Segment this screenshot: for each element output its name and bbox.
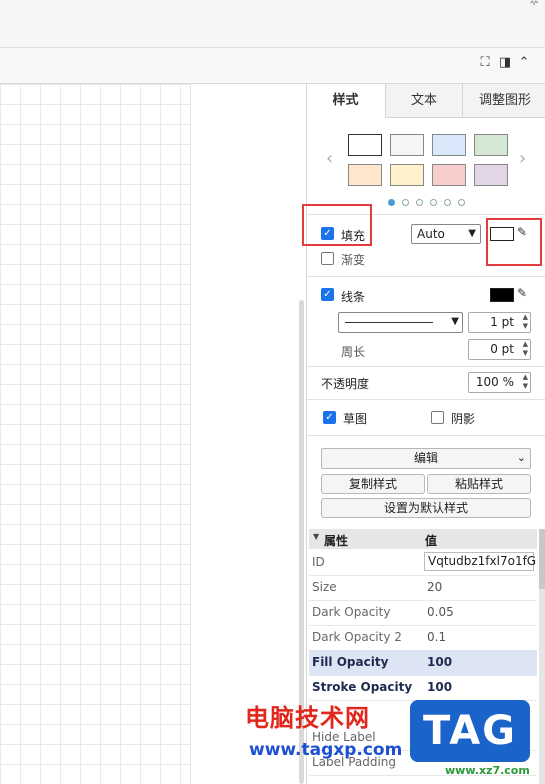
- fill-mode-select[interactable]: Auto ▼: [411, 224, 481, 244]
- perimeter-value: 0 pt: [490, 342, 514, 356]
- swatch-6[interactable]: [390, 164, 424, 186]
- watermark-small-url: www.xz7.com: [445, 764, 530, 777]
- fullscreen-icon[interactable]: ⛶: [477, 55, 493, 71]
- sketch-checkbox[interactable]: ✓: [323, 411, 336, 424]
- stepper-icon[interactable]: ▲ ▼: [523, 313, 528, 331]
- table-row[interactable]: Dark Opacity 2 0.1: [309, 625, 537, 651]
- line-color-button[interactable]: [490, 288, 514, 302]
- property-key: Stroke Opacity: [312, 680, 413, 694]
- chevron-up-icon[interactable]: ⌃: [516, 55, 532, 71]
- divider: [307, 399, 545, 400]
- top-strip: ✲: [0, 0, 545, 48]
- swatch-4[interactable]: [474, 134, 508, 156]
- value-column-header: 值: [425, 534, 438, 548]
- loading-icon: ✲: [528, 0, 539, 8]
- highlight-fill-color: [486, 218, 542, 266]
- opacity-input[interactable]: 100 % ▲ ▼: [468, 372, 531, 393]
- property-value: 100: [427, 680, 453, 694]
- tab-style[interactable]: 样式: [307, 84, 384, 118]
- watermark: 电脑技术网 www.tagxp.com TAG www.xz7.com: [245, 698, 545, 784]
- property-key: Fill Opacity: [312, 655, 389, 669]
- edit-label: 编辑: [413, 451, 438, 465]
- property-value: 100: [427, 655, 453, 669]
- edit-dropdown[interactable]: 编辑 ⌄: [321, 448, 531, 469]
- chevron-down-icon: ▼: [468, 228, 476, 239]
- line-pattern-select[interactable]: ▼: [338, 312, 463, 333]
- divider: [307, 366, 545, 367]
- table-row[interactable]: Dark Opacity 0.05: [309, 600, 537, 626]
- gradient-checkbox[interactable]: [321, 252, 334, 265]
- table-row[interactable]: Fill Opacity 100: [309, 650, 537, 676]
- line-label: 线条: [341, 290, 366, 304]
- chevron-down-icon: ▼: [451, 316, 459, 327]
- line-width-input[interactable]: 1 pt ▲ ▼: [468, 312, 531, 333]
- stepper-icon[interactable]: ▲ ▼: [523, 373, 528, 391]
- page-dot-3[interactable]: [416, 199, 423, 206]
- watermark-url: www.tagxp.com: [249, 740, 403, 760]
- page-dot-5[interactable]: [444, 199, 451, 206]
- format-panel: 样式 文本 调整图形 ‹ › ✓ 填充 Auto ▼ ✎ 渐变 ✓ 线条 ✎ ▼…: [306, 84, 545, 784]
- eyedropper-icon[interactable]: ✎: [517, 286, 527, 300]
- copy-style-button[interactable]: 复制样式: [321, 474, 425, 494]
- shadow-checkbox[interactable]: [431, 411, 444, 424]
- sketch-label: 草图: [343, 412, 368, 426]
- canvas-gutter: [191, 84, 306, 784]
- fill-mode-value: Auto: [417, 227, 445, 241]
- page-dot-2[interactable]: [402, 199, 409, 206]
- table-row[interactable]: Size 20: [309, 575, 537, 601]
- opacity-value: 100 %: [475, 375, 514, 389]
- property-column-header: 属性: [324, 534, 349, 548]
- stepper-icon[interactable]: ▲ ▼: [523, 340, 528, 358]
- property-key: ID: [312, 555, 325, 569]
- property-value: 0.1: [427, 630, 447, 644]
- property-value-input[interactable]: Vqtudbz1fxl7o1fG: [424, 552, 536, 571]
- swatch-3[interactable]: [432, 134, 466, 156]
- chevron-down-icon: ⌄: [516, 451, 526, 464]
- properties-scrollbar-thumb[interactable]: [539, 529, 545, 589]
- page-dot-1[interactable]: [388, 199, 395, 206]
- watermark-title: 电脑技术网: [245, 704, 370, 732]
- watermark-badge: TAG: [410, 700, 530, 762]
- perimeter-label: 周长: [341, 345, 366, 359]
- shadow-label: 阴影: [451, 412, 476, 426]
- property-key: Size: [312, 580, 337, 594]
- line-width-value: 1 pt: [490, 315, 514, 329]
- swatch-next-icon[interactable]: ›: [519, 148, 526, 169]
- paste-style-button[interactable]: 粘贴样式: [427, 474, 531, 494]
- property-key: Dark Opacity: [312, 605, 391, 619]
- properties-header: ▼ 属性 值: [309, 529, 537, 549]
- page-dot-4[interactable]: [430, 199, 437, 206]
- app-window: ✲ ⛶ ◨ ⌃ 样式 文本 调整图形 ‹ › ✓ 填充 Auto ▼ ✎ 渐变 …: [0, 0, 545, 784]
- swatch-8[interactable]: [474, 164, 508, 186]
- divider: [307, 276, 545, 277]
- top-toolbar: ⛶ ◨ ⌃: [0, 48, 545, 84]
- swatch-prev-icon[interactable]: ‹: [326, 148, 333, 169]
- table-row[interactable]: ID Vqtudbz1fxl7o1fG: [309, 550, 537, 576]
- property-value: 0.05: [427, 605, 454, 619]
- divider: [307, 435, 545, 436]
- tab-arrange[interactable]: 调整图形: [462, 84, 545, 118]
- solid-line-icon: [345, 322, 433, 323]
- tab-text[interactable]: 文本: [385, 84, 462, 118]
- opacity-label: 不透明度: [321, 377, 370, 391]
- set-default-style-button[interactable]: 设置为默认样式: [321, 498, 531, 518]
- perimeter-input[interactable]: 0 pt ▲ ▼: [468, 339, 531, 360]
- gradient-label: 渐变: [341, 253, 366, 267]
- swatch-2[interactable]: [390, 134, 424, 156]
- swatch-7[interactable]: [432, 164, 466, 186]
- swatch-5[interactable]: [348, 164, 382, 186]
- property-key: Dark Opacity 2: [312, 630, 402, 644]
- page-dot-6[interactable]: [458, 199, 465, 206]
- swatch-1[interactable]: [348, 134, 382, 156]
- diagram-canvas[interactable]: [0, 84, 191, 784]
- highlight-fill-checkbox: [302, 204, 372, 246]
- property-value: 20: [427, 580, 443, 594]
- format-tabs: 样式 文本 调整图形: [307, 84, 545, 118]
- panel-toggle-icon[interactable]: ◨: [497, 55, 513, 71]
- collapse-triangle-icon[interactable]: ▼: [313, 532, 319, 541]
- line-checkbox[interactable]: ✓: [321, 288, 334, 301]
